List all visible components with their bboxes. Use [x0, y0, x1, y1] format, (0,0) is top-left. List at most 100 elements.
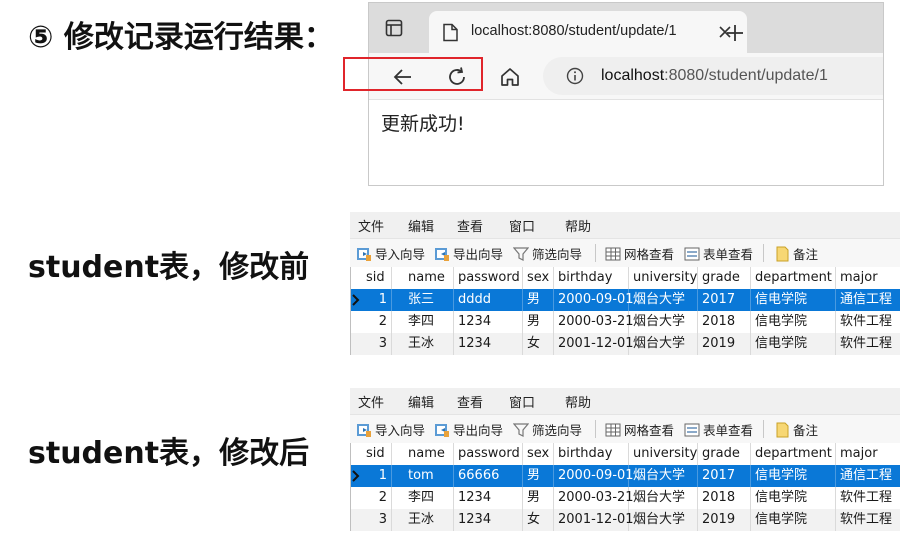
- table-row[interactable]: 1 张三 dddd 男 2000-09-01 烟台大学 2017 信电学院 通信工程: [350, 289, 900, 311]
- column-header-name[interactable]: name: [404, 443, 454, 465]
- cell-birthday[interactable]: 2000-09-01: [554, 465, 634, 487]
- cell-major[interactable]: 软件工程: [836, 487, 900, 509]
- cell-university[interactable]: 烟台大学: [629, 487, 698, 509]
- cell-birthday[interactable]: 2001-12-01: [554, 333, 634, 355]
- column-header-grade[interactable]: grade: [698, 443, 751, 465]
- column-header-name[interactable]: name: [404, 267, 454, 289]
- table-row[interactable]: 3 王冰 1234 女 2001-12-01 烟台大学 2019 信电学院 软件工程: [350, 509, 900, 531]
- form-view-button[interactable]: 表单查看: [684, 244, 753, 263]
- form-view-button[interactable]: 表单查看: [684, 420, 753, 439]
- cell-birthday[interactable]: 2000-09-01: [554, 289, 634, 311]
- column-header-major[interactable]: major: [836, 443, 900, 465]
- cell-password[interactable]: 1234: [454, 487, 523, 509]
- cell-grade[interactable]: 2017: [698, 465, 751, 487]
- cell-name[interactable]: 李四: [404, 311, 454, 333]
- cell-sid[interactable]: 3: [362, 509, 392, 531]
- filter-wizard-button[interactable]: 筛选向导: [512, 244, 582, 263]
- import-wizard-button[interactable]: 导入向导: [356, 420, 425, 439]
- cell-name[interactable]: tom: [404, 465, 454, 487]
- column-header-sid[interactable]: sid: [362, 267, 392, 289]
- export-wizard-button[interactable]: 导出向导: [434, 244, 503, 263]
- cell-grade[interactable]: 2017: [698, 289, 751, 311]
- cell-sex[interactable]: 男: [523, 311, 554, 333]
- column-header-birthday[interactable]: birthday: [554, 267, 629, 289]
- cell-department[interactable]: 信电学院: [751, 465, 836, 487]
- cell-sid[interactable]: 3: [362, 333, 392, 355]
- import-wizard-button[interactable]: 导入向导: [356, 244, 425, 263]
- cell-major[interactable]: 软件工程: [836, 333, 900, 355]
- cell-university[interactable]: 烟台大学: [629, 289, 698, 311]
- cell-name[interactable]: 王冰: [404, 333, 454, 355]
- column-header-department[interactable]: department: [751, 443, 836, 465]
- cell-department[interactable]: 信电学院: [751, 487, 836, 509]
- cell-sid[interactable]: 2: [362, 311, 392, 333]
- tab-actions-icon[interactable]: [385, 19, 403, 37]
- cell-sex[interactable]: 男: [523, 289, 554, 311]
- table-row[interactable]: 2 李四 1234 男 2000-03-21 烟台大学 2018 信电学院 软件工程: [350, 487, 900, 509]
- cell-major[interactable]: 通信工程: [836, 465, 900, 487]
- cell-sex[interactable]: 男: [523, 465, 554, 487]
- cell-sex[interactable]: 女: [523, 509, 554, 531]
- menu-help[interactable]: 帮助: [565, 216, 591, 235]
- cell-sid[interactable]: 2: [362, 487, 392, 509]
- table-row[interactable]: 1 tom 66666 男 2000-09-01 烟台大学 2017 信电学院 通信工程: [350, 465, 900, 487]
- address-bar[interactable]: localhost:8080/student/update/1: [543, 57, 883, 95]
- cell-name[interactable]: 王冰: [404, 509, 454, 531]
- cell-sex[interactable]: 女: [523, 333, 554, 355]
- cell-password[interactable]: dddd: [454, 289, 523, 311]
- column-header-university[interactable]: university: [629, 267, 698, 289]
- column-header-major[interactable]: major: [836, 267, 900, 289]
- memo-button[interactable]: 备注: [774, 244, 818, 263]
- cell-sid[interactable]: 1: [362, 289, 392, 311]
- cell-birthday[interactable]: 2000-03-21: [554, 487, 634, 509]
- menu-edit[interactable]: 编辑: [408, 216, 434, 235]
- cell-grade[interactable]: 2018: [698, 487, 751, 509]
- column-header-university[interactable]: university: [629, 443, 698, 465]
- menu-window[interactable]: 窗口: [509, 216, 535, 235]
- menu-window[interactable]: 窗口: [509, 392, 535, 411]
- cell-birthday[interactable]: 2000-03-21: [554, 311, 634, 333]
- cell-department[interactable]: 信电学院: [751, 289, 836, 311]
- column-header-password[interactable]: password: [454, 267, 523, 289]
- column-header-birthday[interactable]: birthday: [554, 443, 629, 465]
- cell-grade[interactable]: 2019: [698, 333, 751, 355]
- column-header-sex[interactable]: sex: [523, 267, 554, 289]
- grid-view-button[interactable]: 网格查看: [605, 420, 674, 439]
- filter-wizard-button[interactable]: 筛选向导: [512, 420, 582, 439]
- cell-grade[interactable]: 2019: [698, 509, 751, 531]
- new-tab-icon[interactable]: [725, 23, 745, 43]
- site-info-icon[interactable]: [566, 67, 584, 85]
- cell-name[interactable]: 李四: [404, 487, 454, 509]
- home-icon[interactable]: [499, 66, 521, 88]
- cell-major[interactable]: 通信工程: [836, 289, 900, 311]
- tab-active[interactable]: localhost:8080/student/update/1: [429, 11, 747, 53]
- column-header-grade[interactable]: grade: [698, 267, 751, 289]
- column-header-department[interactable]: department: [751, 267, 836, 289]
- menu-file[interactable]: 文件: [358, 392, 384, 411]
- cell-university[interactable]: 烟台大学: [629, 509, 698, 531]
- cell-university[interactable]: 烟台大学: [629, 465, 698, 487]
- cell-major[interactable]: 软件工程: [836, 509, 900, 531]
- cell-grade[interactable]: 2018: [698, 311, 751, 333]
- memo-button[interactable]: 备注: [774, 420, 818, 439]
- cell-department[interactable]: 信电学院: [751, 509, 836, 531]
- cell-name[interactable]: 张三: [404, 289, 454, 311]
- cell-password[interactable]: 1234: [454, 333, 523, 355]
- cell-major[interactable]: 软件工程: [836, 311, 900, 333]
- export-wizard-button[interactable]: 导出向导: [434, 420, 503, 439]
- menu-edit[interactable]: 编辑: [408, 392, 434, 411]
- cell-department[interactable]: 信电学院: [751, 311, 836, 333]
- column-header-sex[interactable]: sex: [523, 443, 554, 465]
- menu-file[interactable]: 文件: [358, 216, 384, 235]
- grid-view-button[interactable]: 网格查看: [605, 244, 674, 263]
- cell-password[interactable]: 1234: [454, 311, 523, 333]
- cell-password[interactable]: 1234: [454, 509, 523, 531]
- column-header-sid[interactable]: sid: [362, 443, 392, 465]
- table-row[interactable]: 2 李四 1234 男 2000-03-21 烟台大学 2018 信电学院 软件工程: [350, 311, 900, 333]
- cell-university[interactable]: 烟台大学: [629, 333, 698, 355]
- cell-sex[interactable]: 男: [523, 487, 554, 509]
- column-header-password[interactable]: password: [454, 443, 523, 465]
- menu-help[interactable]: 帮助: [565, 392, 591, 411]
- menu-view[interactable]: 查看: [457, 392, 483, 411]
- cell-sid[interactable]: 1: [362, 465, 392, 487]
